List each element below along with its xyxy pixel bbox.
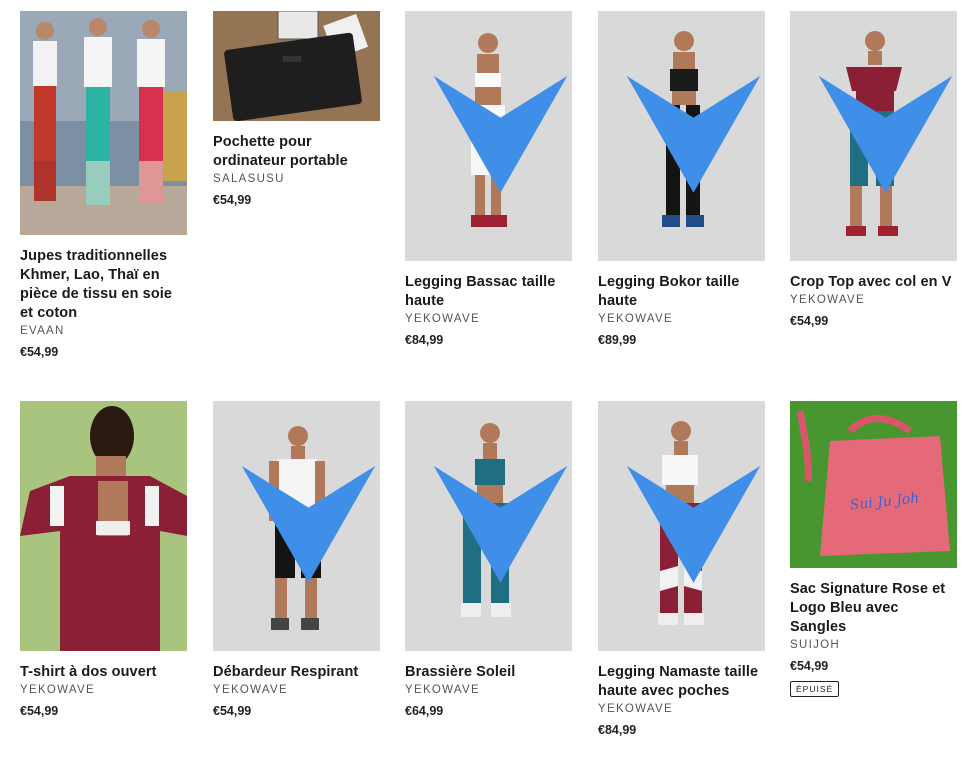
sold-out-badge: ÉPUISÉ (790, 681, 840, 697)
yekowave-logo-icon (818, 75, 953, 193)
product-vendor: SUIJOH (790, 639, 840, 651)
product-card[interactable]: Jupes traditionnelles Khmer, Lao, Thaï e… (20, 11, 188, 359)
yekowave-logo-icon (433, 75, 568, 193)
product-vendor: YEKOWAVE (790, 294, 865, 306)
product-image[interactable] (20, 11, 187, 235)
product-price: €84,99 (405, 333, 444, 347)
product-title[interactable]: T-shirt à dos ouvert (20, 663, 188, 682)
product-price: €54,99 (790, 659, 829, 673)
product-title[interactable]: Sac Signature Rose et Logo Bleu avec San… (790, 580, 958, 637)
product-title[interactable]: Crop Top avec col en V (790, 273, 958, 292)
product-vendor: YEKOWAVE (20, 684, 95, 696)
product-price: €54,99 (213, 193, 252, 207)
product-vendor: YEKOWAVE (598, 313, 673, 325)
product-card[interactable]: Débardeur Respirant YEKOWAVE €54,99 (213, 401, 381, 718)
product-vendor: YEKOWAVE (405, 313, 480, 325)
product-card[interactable]: Legging Namaste taille haute avec poches… (598, 401, 766, 737)
yekowave-logo-icon (433, 465, 568, 583)
product-vendor: YEKOWAVE (213, 684, 288, 696)
product-card[interactable]: Pochette pour ordinateur portable SALASU… (213, 11, 381, 207)
product-image[interactable] (598, 401, 765, 651)
yekowave-logo-icon (626, 465, 761, 583)
product-price: €54,99 (790, 314, 829, 328)
yekowave-logo-icon (626, 75, 761, 193)
product-card[interactable]: Sui Ju Joh Sac Signature Rose et Logo Bl… (790, 401, 958, 697)
product-price: €84,99 (598, 723, 637, 737)
product-image[interactable] (405, 401, 572, 651)
product-card[interactable]: Legging Bassac taille haute YEKOWAVE €84… (405, 11, 573, 347)
product-vendor: YEKOWAVE (598, 703, 673, 715)
product-title[interactable]: Brassière Soleil (405, 663, 573, 682)
product-image[interactable] (213, 401, 380, 651)
product-image[interactable]: Sui Ju Joh (790, 401, 957, 568)
product-title[interactable]: Legging Bokor taille haute (598, 273, 766, 311)
product-price: €64,99 (405, 704, 444, 718)
product-price: €54,99 (213, 704, 252, 718)
product-title[interactable]: Legging Namaste taille haute avec poches (598, 663, 766, 701)
product-title[interactable]: Legging Bassac taille haute (405, 273, 573, 311)
product-image[interactable] (20, 401, 187, 651)
product-card[interactable]: Legging Bokor taille haute YEKOWAVE €89,… (598, 11, 766, 347)
product-image[interactable] (405, 11, 572, 261)
product-card[interactable]: T-shirt à dos ouvert YEKOWAVE €54,99 (20, 401, 188, 718)
product-title[interactable]: Jupes traditionnelles Khmer, Lao, Thaï e… (20, 247, 188, 323)
product-price: €54,99 (20, 704, 59, 718)
product-image[interactable] (790, 11, 957, 261)
product-card[interactable]: Crop Top avec col en V YEKOWAVE €54,99 (790, 11, 958, 328)
product-image[interactable] (213, 11, 380, 121)
yekowave-logo-icon (241, 465, 376, 583)
product-title[interactable]: Débardeur Respirant (213, 663, 381, 682)
product-card[interactable]: Brassière Soleil YEKOWAVE €64,99 (405, 401, 573, 718)
product-vendor: YEKOWAVE (405, 684, 480, 696)
product-vendor: EVAAN (20, 325, 65, 337)
product-image[interactable] (598, 11, 765, 261)
product-price: €54,99 (20, 345, 59, 359)
product-price: €89,99 (598, 333, 637, 347)
product-title[interactable]: Pochette pour ordinateur portable (213, 133, 381, 171)
product-vendor: SALASUSU (213, 173, 285, 185)
